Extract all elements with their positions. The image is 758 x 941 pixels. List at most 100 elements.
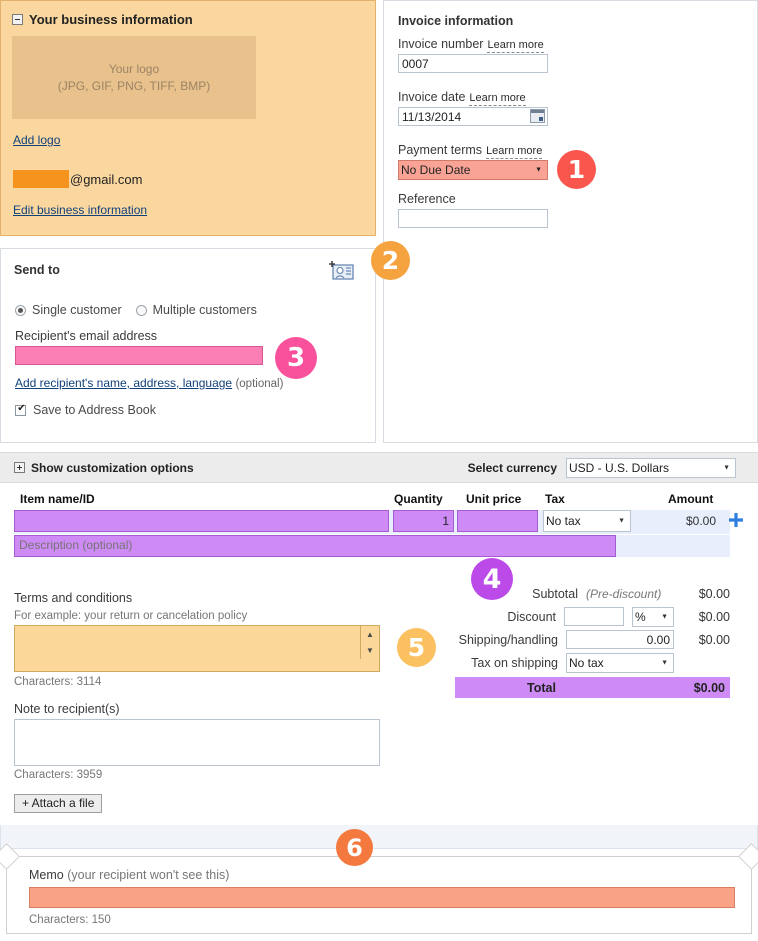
discount-unit-select[interactable]: % — [632, 606, 674, 627]
email-domain: @gmail.com — [70, 171, 143, 187]
memo-character-count: Characters: 150 — [29, 914, 111, 926]
edit-business-information-link[interactable]: Edit business information — [13, 203, 147, 217]
invoice-number-input[interactable] — [398, 54, 548, 73]
terms-character-count: Characters: 3114 — [14, 676, 102, 688]
item-unit-price-input[interactable] — [457, 510, 538, 532]
item-tax-select-wrap: No tax — [543, 510, 631, 532]
item-description-textarea[interactable] — [14, 535, 616, 557]
email-redaction-block — [13, 170, 69, 188]
invoice-date-input-wrap — [398, 107, 548, 126]
address-book-add-icon[interactable] — [329, 260, 355, 282]
discount-unit-select-wrap: % — [632, 606, 674, 627]
note-to-recipients-textarea[interactable] — [14, 719, 380, 766]
invoice-date-learn-more[interactable]: Learn more — [469, 92, 526, 106]
invoice-date-label: Invoice date Learn more — [398, 90, 526, 106]
items-table-header: Item name/ID Quantity Unit price Tax Amo… — [0, 492, 758, 508]
recipient-email-input[interactable] — [15, 346, 263, 365]
radio-single-customer-dot — [15, 304, 26, 316]
radio-single-customer[interactable]: Single customer — [15, 303, 122, 317]
reference-input[interactable] — [398, 209, 548, 228]
add-logo-link[interactable]: Add logo — [13, 133, 60, 147]
terms-scroll-spinner[interactable]: ▲ ▼ — [360, 626, 379, 659]
terms-and-conditions-hint: For example: your return or cancelation … — [14, 610, 248, 622]
total-value: $0.00 — [693, 680, 725, 695]
memo-label: Memo (your recipient won't see this) — [29, 868, 230, 882]
invoice-number-label: Invoice number Learn more — [398, 37, 544, 53]
radio-multiple-customers-dot — [135, 304, 147, 316]
customization-bar: Show customization options Select curren… — [0, 452, 758, 483]
triangle-up-icon[interactable]: ▲ — [366, 630, 374, 639]
select-currency-label: Select currency — [467, 461, 557, 475]
show-customization-options-toggle[interactable]: Show customization options — [14, 461, 194, 475]
note-to-recipients-label: Note to recipient(s) — [14, 702, 120, 716]
annotation-badge-5: 5 — [397, 628, 436, 667]
annotation-badge-1: 1 — [557, 150, 596, 189]
memo-sub-label: (your recipient won't see this) — [67, 868, 230, 882]
shipping-input[interactable] — [566, 630, 674, 649]
column-quantity: Quantity — [394, 492, 443, 506]
item-quantity-input[interactable] — [393, 510, 454, 532]
discount-label: Discount — [507, 609, 556, 624]
memo-textarea[interactable] — [29, 887, 735, 908]
logo-placeholder-line1: Your logo — [108, 61, 160, 76]
column-unit-price: Unit price — [466, 492, 522, 506]
business-information-panel: Your business information Your logo (JPG… — [0, 0, 376, 236]
shipping-label: Shipping/handling — [458, 632, 558, 647]
items-table: Item name/ID Quantity Unit price Tax Amo… — [0, 483, 758, 563]
item-name-input[interactable] — [14, 510, 389, 532]
discount-row: Discount % $0.00 — [455, 605, 730, 628]
invoice-date-input[interactable] — [398, 107, 548, 126]
annotation-badge-2: 2 — [371, 241, 410, 280]
plus-box-icon — [14, 462, 25, 473]
add-recipient-optional: (optional) — [235, 378, 284, 390]
send-to-panel: Send to Single customer Multiple custome… — [0, 248, 376, 443]
terms-and-conditions-label: Terms and conditions — [14, 591, 133, 605]
checkbox-icon — [15, 404, 27, 416]
shipping-amount: $0.00 — [698, 632, 730, 647]
payment-terms-select-wrap: No Due Date — [398, 160, 548, 180]
logo-placeholder[interactable]: Your logo (JPG, GIF, PNG, TIFF, BMP) — [12, 36, 256, 119]
note-character-count: Characters: 3959 — [14, 769, 103, 781]
minus-box-icon[interactable] — [12, 14, 23, 25]
memo-panel: Memo (your recipient won't see this) Cha… — [0, 843, 758, 934]
payment-terms-label: Payment terms Learn more — [398, 143, 543, 159]
total-row: Total $0.00 — [455, 677, 730, 698]
save-to-address-book-label: Save to Address Book — [33, 403, 156, 417]
item-tax-select[interactable]: No tax — [543, 510, 631, 532]
currency-selector-group: Select currency USD - U.S. Dollars — [468, 458, 736, 478]
discount-amount: $0.00 — [698, 609, 730, 624]
save-to-address-book-checkbox[interactable]: Save to Address Book — [15, 403, 156, 417]
currency-select[interactable]: USD - U.S. Dollars — [566, 458, 736, 478]
payment-terms-select[interactable]: No Due Date — [398, 160, 548, 180]
business-information-heading: Your business information — [12, 12, 193, 27]
subtotal-value: $0.00 — [698, 586, 730, 601]
plus-icon[interactable] — [728, 512, 744, 528]
annotation-badge-3: 3 — [275, 337, 317, 379]
radio-multiple-customers[interactable]: Multiple customers — [135, 303, 257, 317]
invoice-number-learn-more[interactable]: Learn more — [487, 39, 544, 53]
reference-label: Reference — [398, 192, 456, 206]
tax-on-shipping-row: Tax on shipping No tax — [455, 651, 730, 674]
discount-input[interactable] — [564, 607, 624, 626]
invoice-number-field: Invoice number Learn more — [398, 37, 548, 73]
payment-terms-field: Payment terms Learn more No Due Date — [398, 143, 548, 180]
subtotal-label: Subtotal — [532, 586, 578, 601]
add-recipient-row: Add recipient's name, address, language … — [15, 376, 283, 390]
column-amount: Amount — [668, 492, 714, 506]
triangle-down-icon[interactable]: ▼ — [366, 646, 374, 655]
column-item-name: Item name/ID — [20, 492, 95, 506]
recipient-email-label: Recipient's email address — [15, 329, 158, 343]
logo-placeholder-line2: (JPG, GIF, PNG, TIFF, BMP) — [57, 78, 211, 93]
invoice-date-field: Invoice date Learn more — [398, 90, 548, 126]
business-email-row: @gmail.com — [13, 170, 142, 188]
invoice-information-heading: Invoice information — [398, 14, 514, 28]
calendar-icon[interactable] — [530, 109, 545, 123]
tax-on-shipping-select[interactable]: No tax — [566, 652, 674, 673]
send-to-heading: Send to — [14, 263, 60, 277]
terms-and-conditions-textarea[interactable] — [14, 625, 380, 672]
recipient-type-radio-group: Single customer Multiple customers — [15, 303, 257, 317]
add-recipient-link[interactable]: Add recipient's name, address, language — [15, 376, 232, 390]
payment-terms-learn-more[interactable]: Learn more — [486, 145, 543, 159]
tax-on-shipping-label: Tax on shipping — [471, 655, 558, 670]
attach-file-button[interactable]: + Attach a file — [14, 794, 103, 813]
